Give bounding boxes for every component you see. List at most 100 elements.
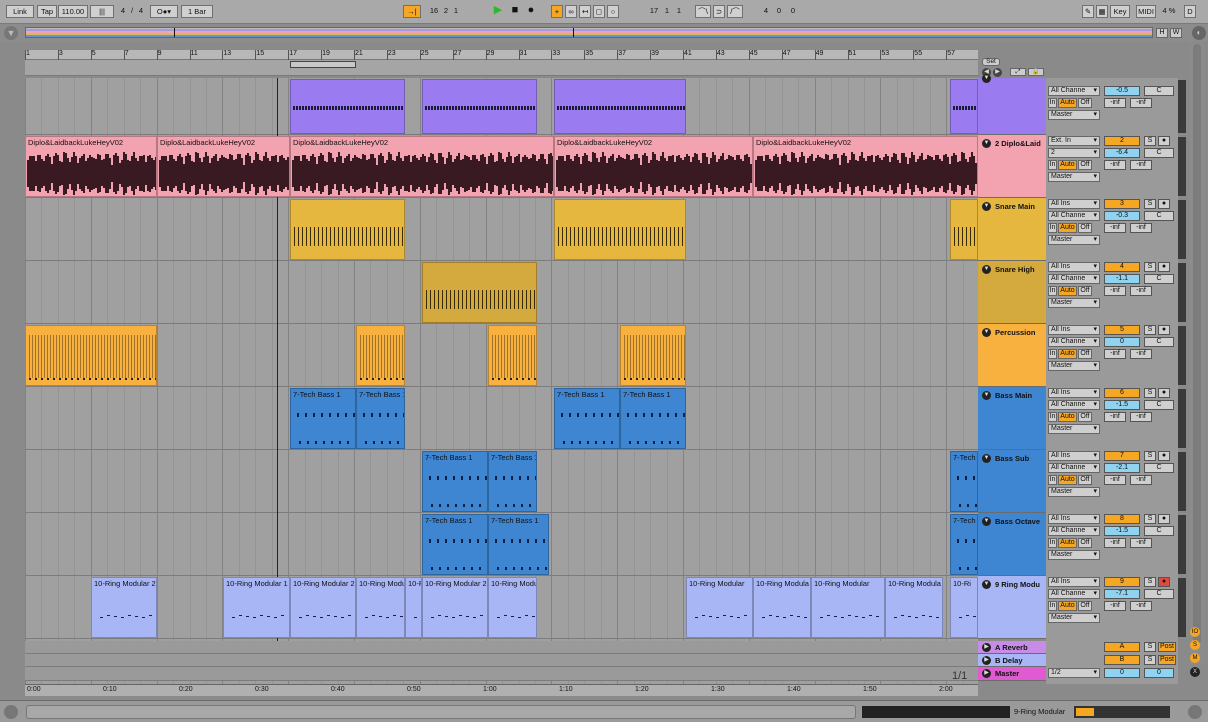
input-channel-select[interactable]: All Channe [1048,337,1100,347]
send-b-field[interactable]: -inf [1130,160,1152,170]
detail-toggle-icon[interactable] [1188,705,1202,719]
midi-map-button[interactable]: MIDI [1136,5,1156,18]
fold-icon[interactable]: ▼ [982,454,991,463]
clip[interactable] [422,262,537,323]
clip[interactable]: 7-Tech Bass 1 [488,451,537,512]
pan-field[interactable]: C [1144,463,1174,473]
monitor-off-button[interactable]: Off [1078,223,1092,233]
track-header[interactable]: ▼ 2 Diplo&Laid [978,135,1046,198]
monitor-off-button[interactable]: Off [1078,286,1092,296]
signature-numerator[interactable]: 4 [117,5,129,18]
return-header[interactable]: ▶ B Delay [978,654,1046,667]
monitor-off-button[interactable]: Off [1078,475,1092,485]
post-button[interactable]: Post [1158,642,1176,652]
monitor-off-button[interactable]: Off [1078,98,1092,108]
track-name[interactable]: Bass Main [995,391,1043,400]
clip[interactable]: 10-Ring Modular 2 [91,577,157,638]
monitor-off-button[interactable]: Off [1078,538,1092,548]
loop-brace[interactable] [290,61,356,68]
send-b-field[interactable]: -inf [1130,223,1152,233]
automation-arm-icon[interactable]: ∞ [565,5,577,18]
volume-field[interactable]: -1.5 [1104,400,1140,410]
clip[interactable] [950,79,978,134]
expand-icon[interactable]: ⤢ [1010,68,1026,76]
output-select[interactable]: Master [1048,424,1100,434]
output-select[interactable]: Master [1048,361,1100,371]
signature-denominator[interactable]: 4 [135,5,147,18]
monitor-auto-button[interactable]: Auto [1058,286,1077,296]
volume-field[interactable]: -0.3 [1104,211,1140,221]
send-b-field[interactable]: -inf [1130,601,1152,611]
clip[interactable] [422,79,537,134]
fold-icon[interactable]: ▼ [982,74,991,83]
monitor-auto-button[interactable]: Auto [1058,98,1077,108]
input-type-select[interactable]: All Ins [1048,451,1100,461]
output-select[interactable]: Master [1048,110,1100,120]
crossfader-toggle-icon[interactable]: X [1190,667,1200,677]
send-a-field[interactable]: -inf [1104,601,1126,611]
input-channel-select[interactable]: All Channe [1048,526,1100,536]
track-name[interactable]: Bass Octave [995,517,1043,526]
clip[interactable]: 7-Tech [950,451,978,512]
record-icon[interactable]: ● [525,5,537,18]
master-volume-field[interactable]: 0 [1104,668,1140,678]
key-map-button[interactable]: Key [1110,5,1130,18]
overview-viewport[interactable] [174,28,574,37]
clip[interactable] [290,199,405,260]
monitor-auto-button[interactable]: Auto [1058,412,1077,422]
pan-field[interactable]: C [1144,274,1174,284]
return-lane[interactable] [25,641,978,654]
clip[interactable]: 10-Ring Modular 2 [290,577,356,638]
input-type-select[interactable]: All Ins [1048,514,1100,524]
send-b-field[interactable]: -inf [1130,98,1152,108]
fold-icon[interactable]: ▼ [982,328,991,337]
input-type-select[interactable]: All Ins [1048,199,1100,209]
return-lane[interactable] [25,667,978,681]
track-activator[interactable]: 4 [1104,262,1140,272]
arm-button[interactable]: ● [1158,451,1170,461]
pan-field[interactable]: C [1144,400,1174,410]
output-select[interactable]: Master [1048,487,1100,497]
clip[interactable]: 10-Ring Modular 1 [223,577,290,638]
back-to-arrangement-icon[interactable]: ↤ [579,5,591,18]
fold-icon[interactable]: ▼ [982,202,991,211]
clip[interactable]: 10-Ring Modula [488,577,537,638]
fold-icon[interactable]: ▼ [982,580,991,589]
monitor-in-button[interactable]: In [1048,98,1057,108]
set-button[interactable]: Set [982,58,1000,66]
clip[interactable]: Diplo&LaidbackLukeHeyV02 [753,136,978,197]
track-name[interactable]: Bass Sub [995,454,1043,463]
input-channel-select[interactable]: All Channe [1048,274,1100,284]
clip[interactable] [488,325,537,386]
solo-button[interactable]: S [1144,514,1156,524]
tempo-field[interactable]: 110.00 [58,5,88,18]
volume-field[interactable]: 0 [1104,337,1140,347]
monitor-in-button[interactable]: In [1048,223,1057,233]
monitor-in-button[interactable]: In [1048,160,1057,170]
input-type-select[interactable]: All Ins [1048,262,1100,272]
output-select[interactable]: Master [1048,298,1100,308]
loop-start-beats[interactable]: 1 [663,5,671,18]
track-name[interactable]: 9 Ring Modu [995,580,1043,589]
track-header[interactable]: ▼ Bass Octave [978,513,1046,576]
arrangement-view[interactable]: Diplo&LaidbackLukeHeyV02 Diplo&LaidbackLu… [25,78,978,684]
solo-button[interactable]: S [1144,199,1156,209]
monitor-in-button[interactable]: In [1048,601,1057,611]
monitor-auto-button[interactable]: Auto [1058,223,1077,233]
solo-button[interactable]: S [1144,642,1156,652]
input-type-select[interactable]: All Ins [1048,388,1100,398]
play-icon[interactable]: ▶ [490,5,506,18]
track-activator[interactable]: 9 [1104,577,1140,587]
output-select[interactable]: Master [1048,172,1100,182]
master-header[interactable]: ▶ Master [978,667,1046,681]
loop-start-sixteenths[interactable]: 1 [675,5,683,18]
clip[interactable] [950,199,978,260]
input-channel-select[interactable]: All Channe [1048,86,1100,96]
position-bars[interactable]: 16 [428,5,440,18]
input-channel-select[interactable]: All Channe [1048,211,1100,221]
volume-field[interactable]: -7.1 [1104,589,1140,599]
track-activator[interactable]: 6 [1104,388,1140,398]
monitor-off-button[interactable]: Off [1078,601,1092,611]
monitor-auto-button[interactable]: Auto [1058,601,1077,611]
clip[interactable]: 10-Ring Modular 2 [422,577,488,638]
